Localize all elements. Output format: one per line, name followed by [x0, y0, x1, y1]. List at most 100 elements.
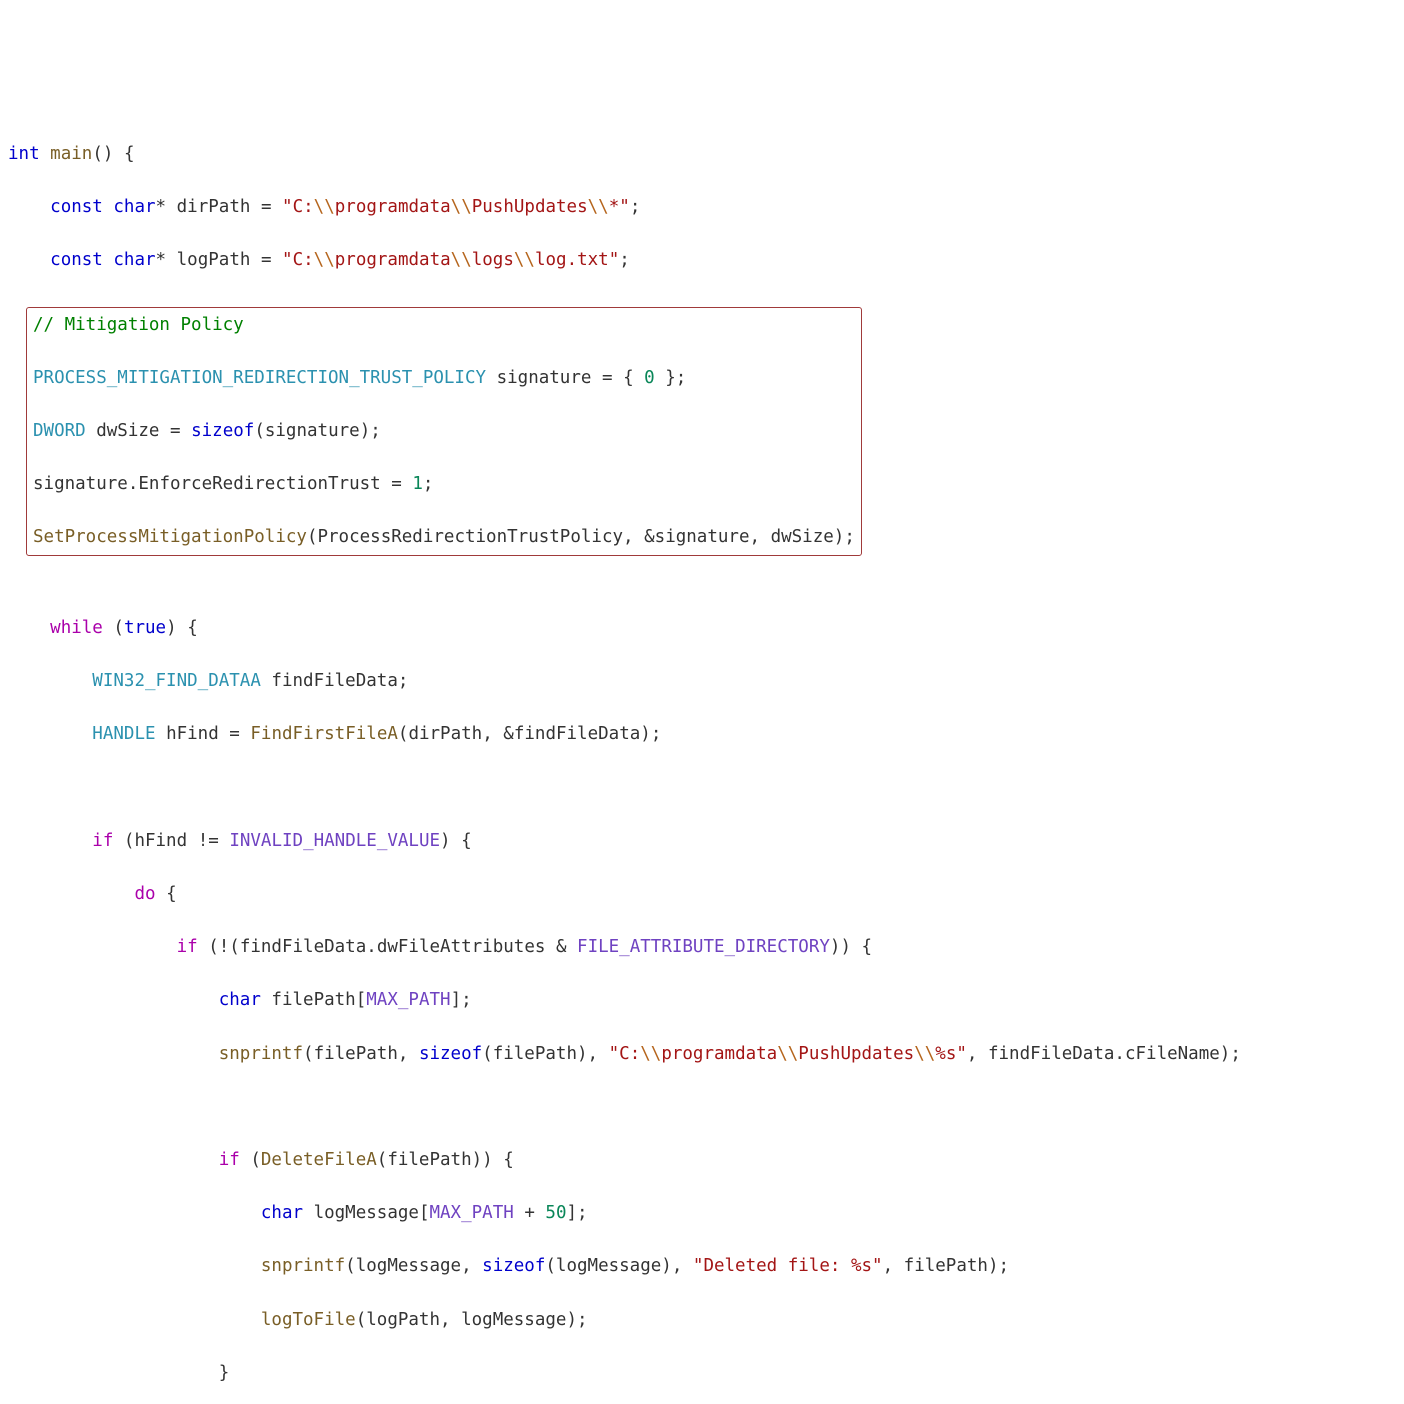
esc: \\ — [314, 197, 335, 217]
semi: ; — [999, 1256, 1010, 1276]
str: %s — [851, 1256, 872, 1276]
dot: . — [128, 474, 139, 494]
code-line: const char* dirPath = "C:\\programdata\\… — [8, 194, 1396, 221]
op-eq: = — [261, 250, 272, 270]
quote: " — [609, 250, 620, 270]
kw-sizeof: sizeof — [482, 1256, 545, 1276]
str: programdata — [661, 1044, 777, 1064]
field: cFileName — [1125, 1044, 1220, 1064]
id: signature — [265, 421, 360, 441]
dot: . — [366, 937, 377, 957]
esc: \\ — [314, 250, 335, 270]
op-neq: != — [198, 831, 219, 851]
id-dirpath: dirPath — [177, 197, 251, 217]
id: logMessage — [314, 1203, 419, 1223]
fn-deletefile: DeleteFileA — [261, 1150, 377, 1170]
code-line: snprintf(logMessage, sizeof(logMessage),… — [8, 1253, 1396, 1280]
id: hFind — [166, 724, 219, 744]
arg: logMessage — [356, 1256, 461, 1276]
num-fifty: 50 — [545, 1203, 566, 1223]
paren: ) — [166, 618, 177, 638]
kw-if: if — [92, 831, 113, 851]
id-dwsize: dwSize — [96, 421, 159, 441]
semi: ; — [370, 421, 381, 441]
amp: & — [644, 527, 655, 547]
str: C: — [293, 197, 314, 217]
code-line: SetProcessMitigationPolicy(ProcessRedire… — [33, 524, 855, 551]
code-line: const char* logPath = "C:\\programdata\\… — [8, 247, 1396, 274]
esc: \\ — [640, 1044, 661, 1064]
semi: ; — [461, 990, 472, 1010]
quote: " — [693, 1256, 704, 1276]
arg: filePath — [314, 1044, 398, 1064]
id: findFileData — [271, 671, 397, 691]
code-line: PROCESS_MITIGATION_REDIRECTION_TRUST_POL… — [33, 365, 855, 392]
star: * — [156, 197, 167, 217]
paren: ( — [113, 618, 124, 638]
brace-open: { — [124, 144, 135, 164]
str: Deleted file: — [703, 1256, 851, 1276]
brace-open: { — [503, 1150, 514, 1170]
id: findFileData — [988, 1044, 1114, 1064]
fn-snprintf: snprintf — [219, 1044, 303, 1064]
semi: ; — [676, 368, 687, 388]
brace-close: } — [219, 1363, 230, 1383]
kw-sizeof: sizeof — [419, 1044, 482, 1064]
brace-open: { — [187, 618, 198, 638]
semi: ; — [398, 671, 409, 691]
kw-int: int — [8, 144, 40, 164]
field: EnforceRedirectionTrust — [138, 474, 380, 494]
op-bang: ! — [219, 937, 230, 957]
code-line: if (hFind != INVALID_HANDLE_VALUE) { — [8, 828, 1396, 855]
kw-if: if — [177, 937, 198, 957]
id: signature — [33, 474, 128, 494]
code-line: if (DeleteFileA(filePath)) { — [8, 1147, 1396, 1174]
kw-char: char — [113, 250, 155, 270]
brace-close: } — [665, 368, 676, 388]
code-line: HANDLE hFind = FindFirstFileA(dirPath, &… — [8, 721, 1396, 748]
str: programdata — [335, 197, 451, 217]
code-line: int main() { — [8, 141, 1396, 168]
esc: \\ — [451, 197, 472, 217]
id: filePath — [271, 990, 355, 1010]
kw-if: if — [219, 1150, 240, 1170]
arg: logMessage — [556, 1256, 661, 1276]
esc: \\ — [914, 1044, 935, 1064]
code-line: logToFile(logPath, logMessage); — [8, 1307, 1396, 1334]
code-line: while (true) { — [8, 615, 1396, 642]
op-eq: = — [261, 197, 272, 217]
macro-maxpath: MAX_PATH — [429, 1203, 513, 1223]
str: log.txt — [535, 250, 609, 270]
macro-file-attr-dir: FILE_ATTRIBUTE_DIRECTORY — [577, 937, 830, 957]
semi: ; — [651, 724, 662, 744]
kw-do: do — [134, 884, 155, 904]
op-eq: = — [391, 474, 402, 494]
brace-open: { — [166, 884, 177, 904]
code-line: DWORD dwSize = sizeof(signature); — [33, 418, 855, 445]
blank-line — [8, 1094, 1396, 1121]
kw-char: char — [261, 1203, 303, 1223]
str: PushUpdates — [472, 197, 588, 217]
quote: " — [609, 1044, 620, 1064]
kw-char: char — [219, 990, 261, 1010]
kw-sizeof: sizeof — [191, 421, 254, 441]
type-findata: WIN32_FIND_DATAA — [92, 671, 261, 691]
kw-char: char — [113, 197, 155, 217]
semi: ; — [844, 527, 855, 547]
arg: logPath — [366, 1310, 440, 1330]
arg: filePath — [904, 1256, 988, 1276]
code-line: signature.EnforceRedirectionTrust = 1; — [33, 471, 855, 498]
arg: ProcessRedirectionTrustPolicy — [317, 527, 623, 547]
semi: ; — [1230, 1044, 1241, 1064]
esc: \\ — [588, 197, 609, 217]
arg: logMessage — [461, 1310, 566, 1330]
fn-logtofile: logToFile — [261, 1310, 356, 1330]
str: C: — [619, 1044, 640, 1064]
kw-const: const — [50, 250, 103, 270]
id-signature: signature — [497, 368, 592, 388]
code-line: } — [8, 1360, 1396, 1387]
semi: ; — [423, 474, 434, 494]
op-eq: = — [229, 724, 240, 744]
brace-open: { — [461, 831, 472, 851]
kw-while: while — [50, 618, 103, 638]
